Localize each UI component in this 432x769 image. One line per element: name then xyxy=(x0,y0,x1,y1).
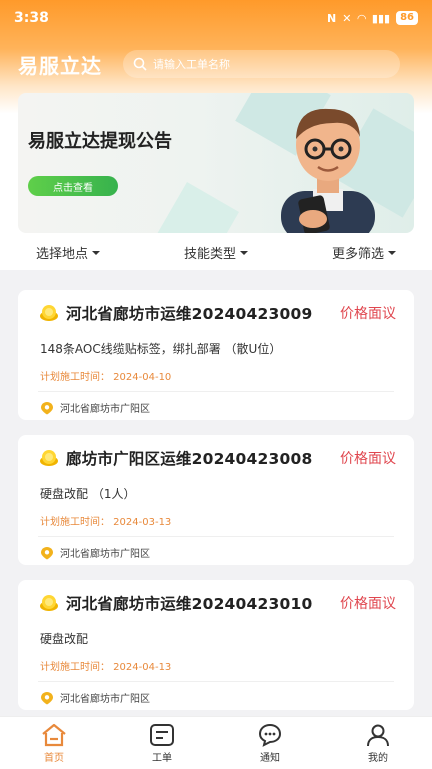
mute-icon: ✕ xyxy=(342,11,352,25)
divider xyxy=(38,391,394,392)
filter-location-label: 选择地点 xyxy=(36,246,89,262)
status-bar: 3:38 N ✕ ◠ ▮▮▮ 86 xyxy=(0,0,432,36)
filter-skill-label: 技能类型 xyxy=(183,246,236,262)
search-placeholder: 请输入工单名称 xyxy=(153,58,230,71)
tab-home[interactable]: 首页 xyxy=(24,723,84,764)
filter-bar: 选择地点 技能类型 更多筛选 xyxy=(0,236,432,268)
location-pin-icon xyxy=(41,691,53,704)
filter-more[interactable]: 更多筛选 xyxy=(332,243,396,262)
order-location: 河北省廊坊市广阳区 xyxy=(40,400,150,415)
banner-title: 易服立达提现公告 xyxy=(28,131,172,152)
order-card[interactable]: 河北省廊坊市运维20240423009 价格面议 148条AOC线缆贴标签，绑扎… xyxy=(18,290,414,420)
order-location: 河北省廊坊市广阳区 xyxy=(40,545,150,560)
order-location: 河北省廊坊市广阳区 xyxy=(40,690,150,705)
order-location-text: 河北省廊坊市广阳区 xyxy=(60,404,150,415)
order-card-header: 河北省廊坊市运维20240423010 价格面议 xyxy=(38,592,396,614)
banner-decoration xyxy=(157,182,239,233)
signal-icon: ▮▮▮ xyxy=(371,11,391,25)
order-description: 硬盘改配 xyxy=(40,632,89,646)
status-icons: N ✕ ◠ ▮▮▮ 86 xyxy=(327,11,418,25)
order-date: 计划施工时间： 2024-04-10 xyxy=(40,372,172,383)
tab-profile[interactable]: 我的 xyxy=(348,723,408,764)
notification-icon xyxy=(258,723,282,747)
announcement-banner[interactable]: 易服立达提现公告 点击查看 xyxy=(18,93,414,233)
order-price: 价格面议 xyxy=(340,451,396,467)
workorder-icon xyxy=(150,723,174,746)
tab-workorder[interactable]: 工单 xyxy=(132,723,192,764)
filter-more-label: 更多筛选 xyxy=(331,246,384,262)
order-card-header: 廊坊市广阳区运维20240423008 价格面议 xyxy=(38,447,396,469)
battery-icon: 86 xyxy=(396,11,418,25)
gold-coin-icon xyxy=(40,305,58,321)
order-description: 148条AOC线缆贴标签，绑扎部署 （散U位） xyxy=(40,342,282,356)
filter-location[interactable]: 选择地点 xyxy=(36,243,101,262)
order-location-text: 河北省廊坊市广阳区 xyxy=(60,694,150,705)
order-date: 计划施工时间： 2024-04-13 xyxy=(40,662,172,673)
order-date: 计划施工时间： 2024-03-13 xyxy=(40,517,172,528)
order-title: 河北省廊坊市运维20240423010 xyxy=(66,595,313,613)
caret-down-icon xyxy=(240,251,248,255)
wifi-icon: ◠ xyxy=(357,11,366,25)
order-title: 廊坊市广阳区运维20240423008 xyxy=(66,450,313,468)
order-description: 硬盘改配 （1人） xyxy=(40,487,136,501)
gold-coin-icon xyxy=(40,450,58,466)
order-price: 价格面议 xyxy=(340,596,396,612)
divider xyxy=(38,536,394,537)
order-card-header: 河北省廊坊市运维20240423009 价格面议 xyxy=(38,302,396,324)
gold-coin-icon xyxy=(40,595,58,611)
tab-notification-label: 通知 xyxy=(260,752,280,764)
tab-notification[interactable]: 通知 xyxy=(240,723,300,764)
bottom-tab-bar: 首页 工单 通知 我的 xyxy=(0,716,432,769)
order-price: 价格面议 xyxy=(340,306,396,322)
nfc-icon: N xyxy=(327,11,337,25)
order-card[interactable]: 廊坊市广阳区运维20240423008 价格面议 硬盘改配 （1人） 计划施工时… xyxy=(18,435,414,565)
order-card[interactable]: 河北省廊坊市运维20240423010 价格面议 硬盘改配 计划施工时间： 20… xyxy=(18,580,414,710)
tab-home-label: 首页 xyxy=(44,752,64,764)
banner-view-button[interactable]: 点击查看 xyxy=(28,176,118,196)
tab-workorder-label: 工单 xyxy=(152,752,172,764)
order-location-text: 河北省廊坊市广阳区 xyxy=(60,549,150,560)
filter-skill-type[interactable]: 技能类型 xyxy=(184,243,248,262)
banner-person-illustration xyxy=(281,108,375,233)
caret-down-icon xyxy=(387,251,396,255)
caret-down-icon xyxy=(92,251,101,255)
search-icon xyxy=(133,57,147,71)
home-icon xyxy=(42,723,66,746)
location-pin-icon xyxy=(41,546,53,559)
search-input[interactable]: 请输入工单名称 xyxy=(123,50,400,78)
app-title: 易服立达 xyxy=(18,53,102,78)
order-title: 河北省廊坊市运维20240423009 xyxy=(66,305,313,323)
location-pin-icon xyxy=(41,401,53,414)
profile-icon xyxy=(367,724,389,746)
tab-profile-label: 我的 xyxy=(368,752,388,764)
app-header: 易服立达 请输入工单名称 xyxy=(0,46,432,82)
divider xyxy=(38,681,394,682)
status-time: 3:38 xyxy=(14,10,49,26)
